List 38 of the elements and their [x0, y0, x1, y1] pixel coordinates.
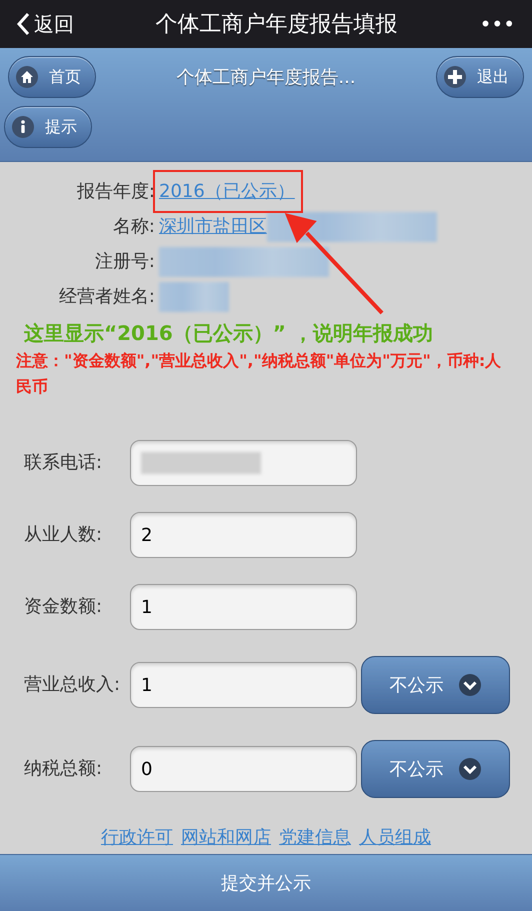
field-label: 纳税总额: — [24, 757, 104, 781]
back-icon — [16, 12, 30, 36]
input-field[interactable]: 2 — [130, 512, 357, 558]
field-label: 从业人数: — [24, 523, 104, 547]
input-field[interactable] — [130, 440, 357, 486]
chevron-down-icon — [458, 757, 482, 781]
input-field[interactable]: 0 — [130, 746, 357, 792]
more-button[interactable]: ••• — [478, 8, 516, 40]
field-label: 资金数额: — [24, 595, 104, 619]
field-label: 营业总收入: — [24, 673, 122, 697]
chevron-down-icon — [458, 673, 482, 697]
plus-icon — [442, 65, 467, 89]
header-title: 个体工商户年度报告... — [176, 66, 356, 90]
field-label: 报告年度: — [76, 180, 155, 204]
section-link[interactable]: 行政许可 — [101, 824, 173, 851]
submit-button[interactable]: 提交并公示 — [0, 854, 532, 911]
exit-button[interactable]: 退出 — [436, 56, 524, 98]
page-title: 个体工商户年度报告填报 — [154, 10, 398, 38]
publicity-toggle[interactable]: 不公示 — [361, 656, 510, 714]
section-link[interactable]: 人员组成 — [359, 824, 431, 851]
field-label: 注册号: — [94, 250, 155, 274]
input-field[interactable]: 1 — [130, 662, 357, 708]
field-label: 名称: — [112, 215, 155, 239]
publicity-toggle[interactable]: 不公示 — [361, 740, 510, 798]
home-icon — [15, 65, 39, 89]
annotation-caption: 这里显示“2016（已公示）” ，说明年报成功 — [23, 320, 434, 347]
hint-button[interactable]: 提示 — [4, 106, 92, 148]
field-label: 联系电话: — [24, 451, 104, 475]
value-link[interactable]: 2016（已公示） — [159, 178, 295, 205]
info-icon — [11, 115, 35, 139]
notice-text: 注意："资金数额","营业总收入","纳税总额"单位为"万元"，币种:人民币 — [15, 350, 502, 398]
value-link[interactable]: 深圳市盐田区 — [159, 213, 267, 240]
back-button[interactable]: 返回 — [16, 9, 74, 39]
section-link[interactable]: 网站和网店 — [181, 824, 271, 851]
home-button[interactable]: 首页 — [8, 56, 96, 98]
section-link[interactable]: 党建信息 — [279, 824, 351, 851]
input-field[interactable]: 1 — [130, 584, 357, 630]
field-label: 经营者姓名: — [58, 285, 155, 309]
